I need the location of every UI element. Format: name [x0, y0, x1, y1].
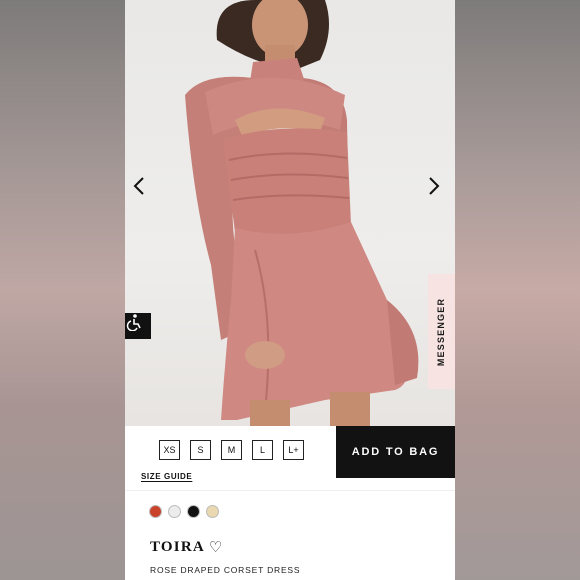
size-option-s[interactable]: S — [190, 440, 211, 460]
size-guide-link[interactable]: SIZE GUIDE — [141, 472, 192, 481]
heart-icon[interactable]: ♡ — [209, 540, 222, 555]
add-to-bag-button[interactable]: ADD TO BAG — [336, 426, 455, 478]
accessibility-icon — [126, 314, 141, 331]
chevron-right-icon — [429, 177, 440, 195]
accessibility-button[interactable] — [125, 313, 151, 339]
size-panel: XS S M L L+ SIZE GUIDE ADD TO BAG — [125, 426, 455, 490]
size-option-l-plus[interactable]: L+ — [283, 440, 304, 460]
product-image[interactable]: MESSENGER — [125, 0, 455, 426]
model-photo — [185, 0, 419, 426]
backdrop-left — [0, 0, 125, 580]
size-option-l[interactable]: L — [252, 440, 273, 460]
color-swatch-cream[interactable] — [206, 505, 219, 518]
product-page: MESSENGER XS S M L L+ SIZE GUIDE ADD TO … — [125, 0, 455, 580]
backdrop-right — [455, 0, 580, 580]
prev-image-button[interactable] — [133, 177, 153, 201]
messenger-label: MESSENGER — [436, 297, 447, 366]
size-option-xs[interactable]: XS — [159, 440, 180, 460]
color-swatch-red[interactable] — [149, 505, 162, 518]
size-options: XS S M L L+ — [159, 440, 304, 460]
size-option-m[interactable]: M — [221, 440, 242, 460]
messenger-tab[interactable]: MESSENGER — [428, 274, 455, 389]
product-name: TOIRA — [150, 539, 205, 555]
product-title-row: TOIRA ♡ — [150, 539, 222, 556]
color-swatches — [149, 505, 219, 518]
product-description: ROSE DRAPED CORSET DRESS — [150, 565, 301, 575]
color-swatch-black[interactable] — [187, 505, 200, 518]
next-image-button[interactable] — [428, 177, 448, 201]
color-swatch-white[interactable] — [168, 505, 181, 518]
product-info: TOIRA ♡ ROSE DRAPED CORSET DRESS — [125, 490, 455, 580]
chevron-left-icon — [133, 177, 144, 195]
